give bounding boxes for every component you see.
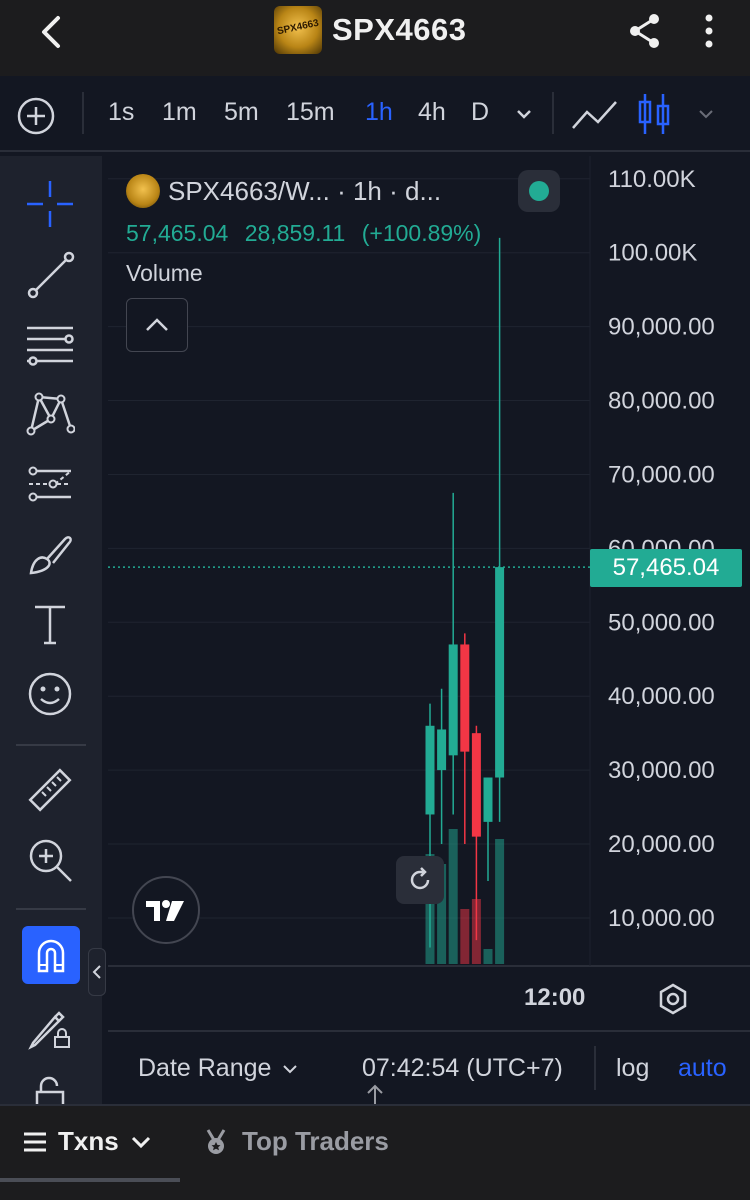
drawing-toolbar (0, 156, 102, 1104)
more-vertical-icon[interactable] (694, 10, 724, 52)
log-scale-toggle[interactable]: log (616, 1054, 649, 1083)
y-axis-tick-label: 110.00K (608, 166, 696, 193)
back-arrow-icon[interactable] (32, 12, 72, 52)
volume-bar (460, 909, 470, 964)
tab-txns[interactable]: Txns (22, 1126, 153, 1157)
candle-body (483, 777, 493, 822)
chevron-down-icon (131, 1136, 150, 1148)
app-bar: SPX4663 SPX4663 (0, 0, 750, 76)
chevron-down-icon (283, 1064, 298, 1073)
interval-15m[interactable]: 15m (286, 98, 335, 127)
tab-txns-label: Txns (58, 1126, 119, 1156)
tab-top-traders-label: Top Traders (242, 1126, 389, 1156)
legend-symbol-title[interactable]: SPX4663/W... · 1h · d... (168, 176, 441, 207)
legend-change: 28,859.11 (244, 220, 346, 246)
last-price-tag: 57,465.04 (590, 549, 742, 587)
market-status-indicator[interactable] (518, 170, 560, 212)
reset-view-icon[interactable] (396, 856, 444, 904)
volume-bar (483, 949, 493, 964)
page-title: SPX4663 (332, 12, 467, 47)
legend-values: 57,465.04 28,859.11 (+100.89%) (126, 220, 491, 247)
interval-1h[interactable]: 1h (365, 98, 393, 127)
y-axis-tick-label: 80,000.00 (608, 388, 715, 415)
medal-icon (206, 1128, 226, 1154)
toolbar-divider (594, 1046, 596, 1090)
tab-top-traders[interactable]: Top Traders (202, 1126, 389, 1157)
text-icon[interactable] (20, 594, 80, 654)
line-chart-icon[interactable] (570, 96, 620, 136)
status-dot-icon (529, 181, 549, 201)
zoom-in-icon[interactable] (20, 830, 80, 890)
timezone-clock[interactable]: 07:42:54 (UTC+7) (362, 1054, 563, 1083)
interval-1m[interactable]: 1m (162, 98, 197, 127)
y-axis-tick-label: 40,000.00 (608, 683, 715, 710)
lock-drawing-icon[interactable] (20, 996, 80, 1056)
date-range-button[interactable]: Date Range (138, 1054, 299, 1083)
x-axis-tick-label: 12:00 (524, 984, 586, 1011)
magnet-icon[interactable] (22, 926, 80, 984)
chevron-down-icon[interactable] (512, 102, 536, 126)
y-axis-tick-label: 70,000.00 (608, 461, 715, 488)
volume-bar (448, 829, 458, 964)
list-icon (24, 1132, 46, 1151)
token-logo (126, 174, 160, 208)
crosshair-icon[interactable] (20, 174, 80, 234)
y-axis-tick-label: 20,000.00 (608, 831, 715, 858)
forecast-icon[interactable] (20, 454, 80, 514)
unlock-icon[interactable] (20, 1068, 80, 1104)
auto-scale-toggle[interactable]: auto (678, 1054, 727, 1083)
y-axis-tick-label: 10,000.00 (608, 905, 715, 932)
candle-body (495, 567, 505, 778)
ruler-icon[interactable] (20, 760, 80, 820)
chart-legend: SPX4663/W... · 1h · d... (126, 174, 441, 208)
emoji-icon[interactable] (20, 664, 80, 724)
bottom-tab-bar: Txns Top Traders (0, 1104, 750, 1200)
add-symbol-icon[interactable] (16, 96, 56, 136)
pattern-icon[interactable] (20, 384, 80, 444)
toolbar-divider (16, 744, 86, 746)
volume-legend[interactable]: Volume (126, 260, 203, 287)
settings-hexagon-icon[interactable] (656, 982, 690, 1016)
toolbar-divider (16, 908, 86, 910)
legend-last-price: 57,465.04 (126, 220, 229, 246)
collapse-toolbar-button[interactable] (88, 948, 106, 996)
candle-body (425, 725, 435, 815)
interval-5m[interactable]: 5m (224, 98, 259, 127)
chart-bottom-bar: Date Range 07:42:54 (UTC+7) log auto (108, 1030, 750, 1104)
share-icon[interactable] (624, 10, 666, 52)
candle-body (437, 729, 447, 771)
interval-4h[interactable]: 4h (418, 98, 446, 127)
candle-body (448, 644, 458, 756)
interval-d[interactable]: D (471, 98, 489, 127)
chevron-down-icon[interactable] (694, 102, 718, 126)
tradingview-logo[interactable] (132, 876, 200, 944)
y-axis-tick-label: 30,000.00 (608, 757, 715, 784)
trend-line-icon[interactable] (20, 244, 80, 304)
token-logo: SPX4663 (274, 6, 322, 54)
candlestick-icon[interactable] (636, 92, 672, 136)
fib-levels-icon[interactable] (20, 314, 80, 374)
candle-body (460, 644, 470, 752)
candle-body (471, 733, 481, 837)
legend-change-pct: (+100.89%) (361, 220, 482, 246)
interval-1s[interactable]: 1s (108, 98, 134, 127)
date-range-label: Date Range (138, 1054, 272, 1082)
price-chart[interactable]: 110.00K 100.00K 90,000.00 80,000.00 70,000.0… (108, 156, 750, 1026)
toolbar-divider (552, 92, 554, 134)
y-axis-tick-label: 90,000.00 (608, 314, 715, 341)
brush-icon[interactable] (20, 524, 80, 584)
y-axis-tick-label: 50,000.00 (608, 609, 715, 636)
y-axis-tick-label: 100.00K (608, 240, 697, 267)
interval-toolbar: 1s 1m 5m 15m 1h 4h D (0, 76, 750, 152)
app-title-group: SPX4663 SPX4663 (274, 6, 467, 54)
toolbar-divider (82, 92, 84, 134)
collapse-legend-button[interactable] (126, 298, 188, 352)
volume-bar (495, 839, 505, 964)
active-tab-indicator (0, 1178, 180, 1182)
